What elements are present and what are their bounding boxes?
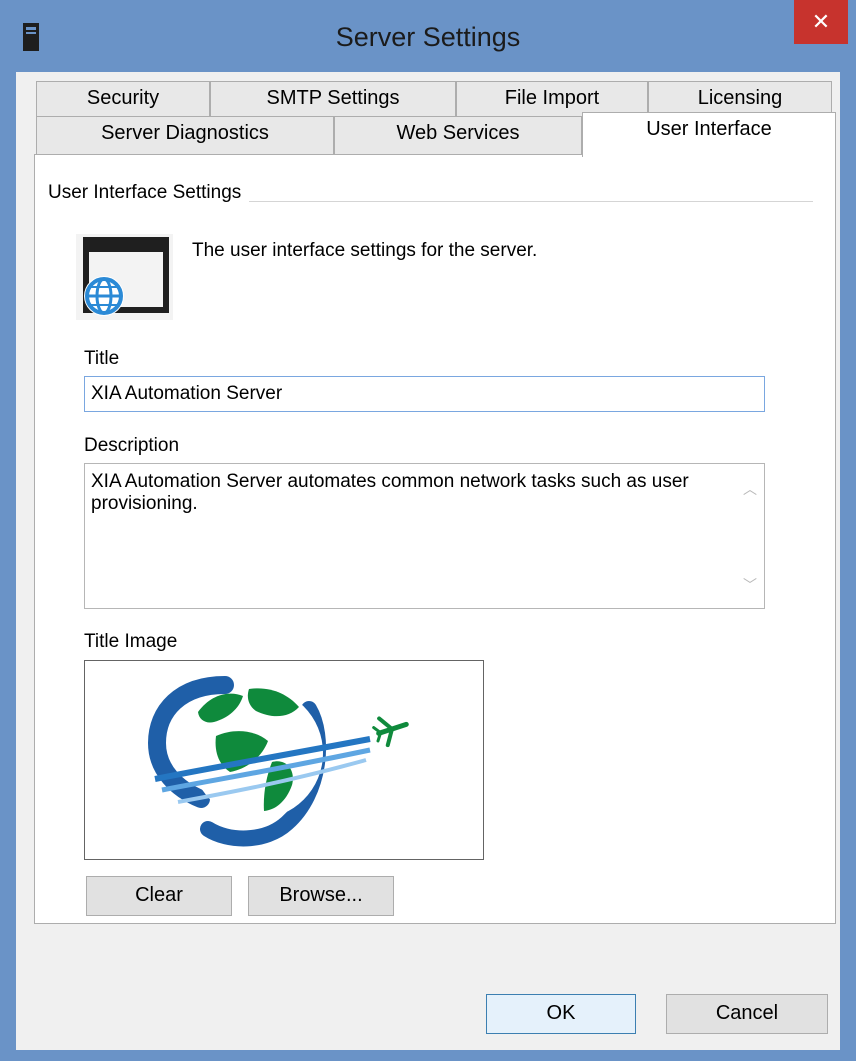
tab-label: SMTP Settings xyxy=(266,87,400,109)
title-label: Title xyxy=(84,348,120,369)
cancel-button[interactable]: Cancel xyxy=(666,994,828,1034)
tab-label: File Import xyxy=(504,87,600,109)
description-label: Description xyxy=(84,435,180,456)
ok-button[interactable]: OK xyxy=(486,994,636,1034)
title-image-label: Title Image xyxy=(84,631,178,652)
browse-button[interactable]: Browse... xyxy=(248,876,394,916)
scroll-up-icon[interactable]: ︿ xyxy=(743,478,757,500)
tab-user-interface[interactable]: User Interface xyxy=(582,112,836,157)
group-title: User Interface Settings xyxy=(48,182,250,204)
tab-security[interactable]: Security xyxy=(36,81,210,117)
tab-web-services[interactable]: Web Services xyxy=(334,116,582,154)
tab-label: User Interface xyxy=(646,118,772,140)
dialog-client: Security SMTP Settings File Import Licen… xyxy=(16,72,840,1050)
scroll-down-icon[interactable]: ﹀ xyxy=(743,574,757,596)
tab-smtp-settings[interactable]: SMTP Settings xyxy=(210,81,456,117)
travel-globe-logo xyxy=(147,676,409,847)
web-interface-icon xyxy=(76,234,173,320)
window: Server Settings ✕ Security SMTP Settings… xyxy=(0,0,856,1061)
title-image-box[interactable] xyxy=(84,660,484,860)
clear-button[interactable]: Clear xyxy=(86,876,232,916)
close-button[interactable]: ✕ xyxy=(794,0,848,44)
description-text: XIA Automation Server automates common n… xyxy=(91,471,689,514)
description-scrollbar[interactable]: ︿ ﹀ xyxy=(734,464,764,608)
tab-label: Security xyxy=(86,87,160,109)
tab-server-diagnostics[interactable]: Server Diagnostics xyxy=(36,116,334,154)
tab-label: Web Services xyxy=(396,122,520,144)
tab-label: Licensing xyxy=(697,87,783,109)
window-title: Server Settings xyxy=(335,22,521,52)
title-input[interactable] xyxy=(84,376,765,412)
close-icon: ✕ xyxy=(811,9,831,34)
section-description: The user interface settings for the serv… xyxy=(192,240,538,261)
description-textarea[interactable]: XIA Automation Server automates common n… xyxy=(84,463,765,609)
title-bar[interactable]: Server Settings ✕ xyxy=(0,0,856,72)
tab-label: Server Diagnostics xyxy=(101,122,269,144)
